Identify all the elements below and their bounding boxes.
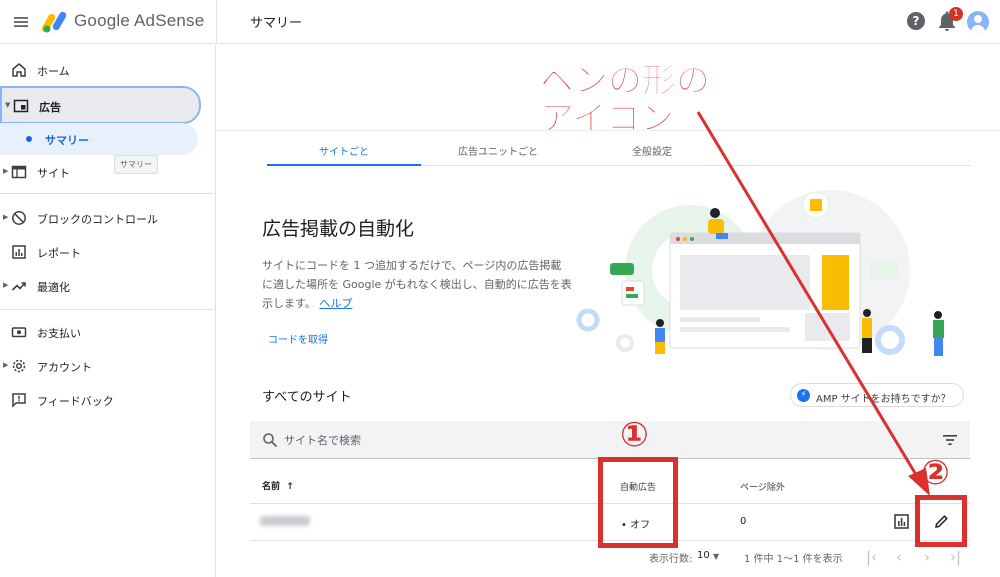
hero-description: サイトにコードを 1 つ追加するだけで、ページ内の広告掲載に適した場所を Goo… <box>262 256 572 313</box>
search-icon <box>263 433 278 448</box>
pagination-range: 1 件中 1〜1 件を表示 <box>744 554 843 565</box>
sidebar-item-label: ホーム <box>37 65 70 78</box>
page-exclusions-count: 0 <box>740 516 747 527</box>
highlight-box-edit-icon <box>915 495 967 547</box>
sidebar-item-label: フィードバック <box>37 395 114 408</box>
rows-per-page-label: 表示行数: <box>649 554 693 565</box>
caret-right-icon: ▶ <box>3 281 9 289</box>
divider <box>0 309 214 310</box>
last-page-icon[interactable]: ›| <box>950 548 961 566</box>
menu-icon[interactable] <box>12 13 30 31</box>
caret-right-icon: ▶ <box>3 361 9 369</box>
caret-right-icon: ▶ <box>3 167 9 175</box>
amp-sites-chip[interactable]: ⚡ AMP サイトをお持ちですか？ <box>790 383 964 407</box>
sidebar-item-home[interactable]: ホーム <box>0 54 214 86</box>
sidebar-item-label: 広告 <box>39 101 61 114</box>
all-sites-heading: すべてのサイト <box>262 390 352 405</box>
sort-arrow-icon: ↑ <box>286 482 294 492</box>
page-title: サマリー <box>250 16 303 31</box>
column-header-page-exclusions: ページ除外 <box>740 483 785 493</box>
sites-icon <box>11 165 27 179</box>
site-search-bar <box>250 421 970 459</box>
auto-ads-illustration <box>576 190 944 356</box>
sidebar-item-label: お支払い <box>37 327 81 340</box>
brand-name: Google AdSense <box>74 11 205 30</box>
hero-description-text: サイトにコードを 1 つ追加するだけで、ページ内の広告掲載に適した場所を Goo… <box>262 259 572 310</box>
column-header-label: 名前 <box>262 482 281 492</box>
sidebar-item-block-controls[interactable]: ▶ ブロックのコントロール <box>0 202 214 234</box>
ads-icon <box>13 99 29 113</box>
first-page-icon[interactable]: |‹ <box>866 548 877 566</box>
notification-badge: 1 <box>949 7 963 21</box>
filter-icon[interactable] <box>942 433 958 447</box>
feedback-icon <box>12 393 26 408</box>
sidebar-item-payments[interactable]: お支払い <box>0 316 214 348</box>
help-link[interactable]: ヘルプ <box>319 297 352 310</box>
prev-page-icon[interactable]: ‹ <box>896 548 902 566</box>
block-icon <box>12 211 26 225</box>
report-icon[interactable] <box>894 514 909 529</box>
highlight-box-auto-ads <box>598 457 678 548</box>
dropdown-arrow-icon: ▼ <box>713 552 720 561</box>
tab-by-site[interactable]: サイトごと <box>267 143 421 158</box>
sidebar-nav: ホーム ▼ 広告 サマリー サマリー ▶ サイト ▶ ブロックのコントロール レ… <box>0 45 216 577</box>
callout-line: ペンの形の <box>540 61 711 101</box>
active-tab-indicator <box>267 164 421 166</box>
tab-by-ad-unit[interactable]: 広告ユニットごと <box>421 143 575 158</box>
trending-up-icon <box>11 282 26 291</box>
home-icon <box>12 63 26 77</box>
sidebar-item-reports[interactable]: レポート <box>0 236 214 268</box>
sidebar-item-account[interactable]: ▶ アカウント <box>0 350 214 382</box>
callout-text: ペンの形の アイコン <box>540 61 711 139</box>
adsense-logo-icon <box>42 11 67 33</box>
sidebar-item-feedback[interactable]: フィードバック <box>0 384 214 416</box>
sidebar-item-label: アカウント <box>37 361 92 374</box>
tab-general-settings[interactable]: 全般設定 <box>575 143 729 158</box>
hero-title: 広告掲載の自動化 <box>262 218 415 240</box>
site-name-blurred <box>260 516 310 526</box>
sidebar-item-label: 最適化 <box>37 281 70 294</box>
avatar[interactable] <box>967 11 989 33</box>
callout-line: アイコン <box>540 99 675 139</box>
report-icon <box>12 245 26 259</box>
sidebar-item-optimize[interactable]: ▶ 最適化 <box>0 270 214 302</box>
sidebar-item-label: レポート <box>37 247 81 260</box>
marker-1: ① <box>620 415 649 455</box>
help-icon[interactable]: ? <box>907 12 925 30</box>
divider <box>216 0 217 44</box>
marker-2: ② <box>921 453 950 493</box>
caret-down-icon: ▼ <box>5 101 11 109</box>
sidebar-item-summary[interactable]: サマリー <box>0 123 198 155</box>
site-search-input[interactable] <box>284 429 784 451</box>
amp-bolt-icon: ⚡ <box>797 389 810 402</box>
gear-icon <box>12 359 26 373</box>
caret-right-icon: ▶ <box>3 213 9 221</box>
sidebar-item-label: サマリー <box>45 134 89 147</box>
top-app-bar: Google AdSense サマリー ? 1 <box>0 0 1000 44</box>
divider <box>0 193 214 194</box>
next-page-icon[interactable]: › <box>924 548 930 566</box>
get-code-button[interactable]: コードを取得 <box>268 331 328 346</box>
selected-dot-icon <box>26 136 32 142</box>
sidebar-item-sites[interactable]: ▶ サイト <box>0 156 214 188</box>
sidebar-item-label: ブロックのコントロール <box>37 213 158 226</box>
sidebar-item-ads[interactable]: ▼ 広告 <box>0 86 201 124</box>
amp-chip-label: AMP サイトをお持ちですか？ <box>816 394 951 405</box>
column-header-name[interactable]: 名前 ↑ <box>262 479 294 492</box>
rows-per-page-select[interactable]: 10 <box>697 550 710 561</box>
sidebar-item-label: サイト <box>37 167 70 180</box>
payment-icon <box>11 327 27 338</box>
